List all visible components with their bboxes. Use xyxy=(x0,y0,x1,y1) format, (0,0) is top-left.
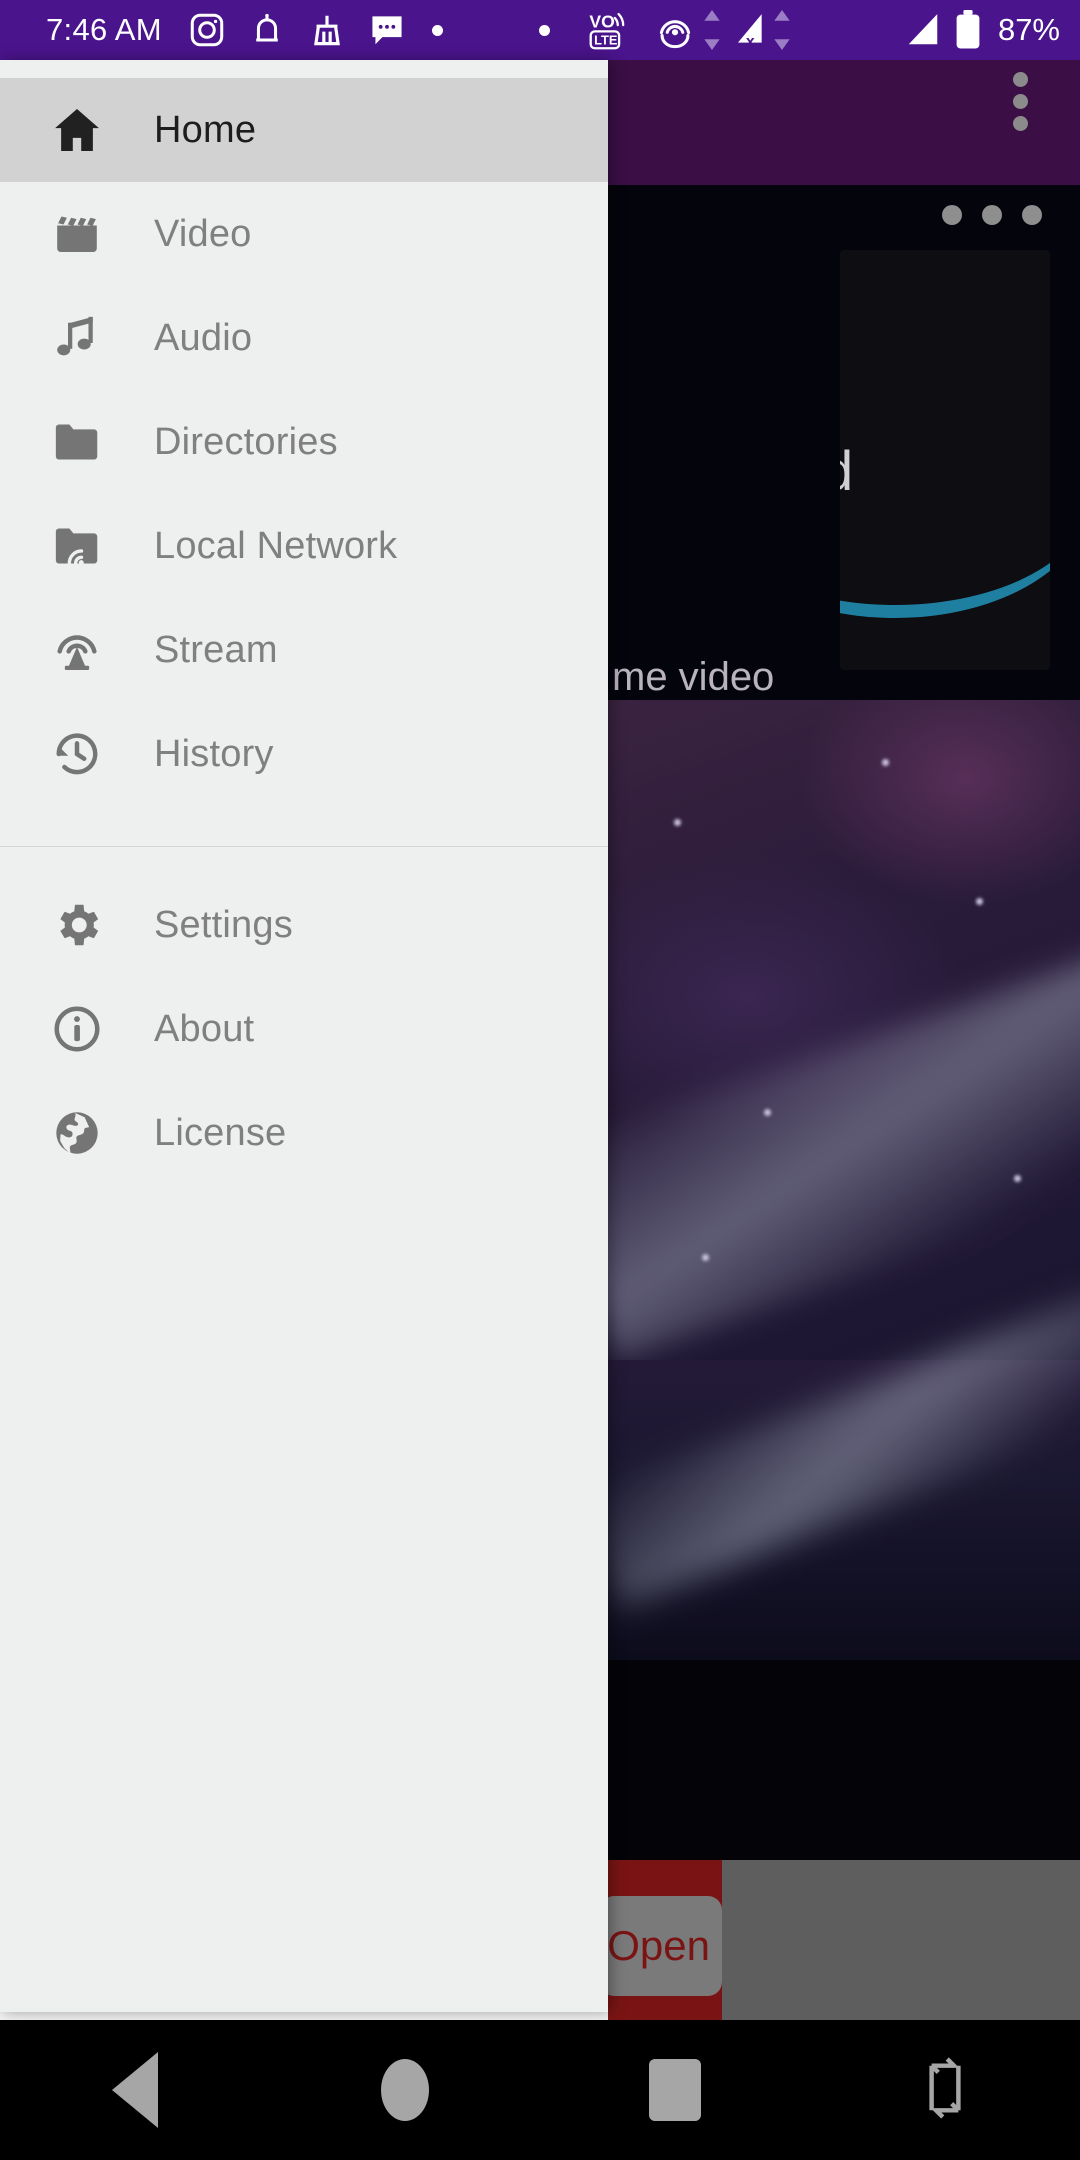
drawer-item-directories[interactable]: Directories xyxy=(0,390,608,494)
drawer-label-stream: Stream xyxy=(154,628,278,671)
data-transfer-icon xyxy=(702,10,722,50)
drawer-item-settings[interactable]: Settings xyxy=(0,873,608,977)
sheet-edge xyxy=(0,2012,608,2020)
back-button[interactable] xyxy=(0,2052,270,2128)
drawer-label-video: Video xyxy=(154,212,252,255)
navigation-drawer: Home Video Audio Directories Local Netwo… xyxy=(0,60,608,2012)
drawer-label-about: About xyxy=(154,1007,255,1050)
drawer-item-local-network[interactable]: Local Network xyxy=(0,494,608,598)
svg-text:LTE: LTE xyxy=(594,32,618,47)
status-clock: 7:46 AM xyxy=(46,12,162,47)
message-icon xyxy=(368,11,406,49)
status-system-icons: 87% xyxy=(902,10,1060,50)
drawer-label-history: History xyxy=(154,732,274,775)
broom-icon xyxy=(308,11,346,49)
bottom-sheet-right xyxy=(722,1860,1080,2020)
recents-button[interactable] xyxy=(540,2059,810,2121)
volte-icon: VO LTE xyxy=(588,9,634,51)
network-folder-icon xyxy=(34,519,120,573)
battery-percent-label: 87% xyxy=(997,12,1060,47)
drawer-label-license: License xyxy=(154,1111,287,1154)
signal-icon xyxy=(902,11,944,49)
drawer-item-history[interactable]: History xyxy=(0,702,608,806)
drawer-label-audio: Audio xyxy=(154,316,253,359)
triangle-left-icon xyxy=(112,2052,158,2128)
tile-label: me video xyxy=(612,655,775,699)
drawer-item-about[interactable]: About xyxy=(0,977,608,1081)
signal-off-icon: x xyxy=(728,11,770,49)
video-icon xyxy=(34,207,120,261)
open-button[interactable]: Open xyxy=(600,1896,722,1996)
open-button-label: Open xyxy=(607,1922,710,1969)
status-notification-icons: VO LTE x xyxy=(188,9,902,51)
battery-icon xyxy=(954,10,982,50)
history-icon xyxy=(34,727,120,781)
drawer-item-audio[interactable]: Audio xyxy=(0,286,608,390)
dot-icon xyxy=(538,24,550,36)
more-horizontal-icon[interactable] xyxy=(942,205,1042,225)
drawer-item-home[interactable]: Home xyxy=(0,78,608,182)
status-bar: 7:46 AM VO LTE x 87% xyxy=(0,0,1080,60)
rotate-icon xyxy=(916,2054,974,2127)
info-icon xyxy=(34,1002,120,1056)
home-button[interactable] xyxy=(270,2059,540,2121)
phone-screen: me vid me video Open 7:46 AM xyxy=(0,0,1080,2160)
drawer-item-license[interactable]: License xyxy=(0,1081,608,1185)
drawer-label-home: Home xyxy=(154,108,257,151)
drawer-item-video[interactable]: Video xyxy=(0,182,608,286)
system-navigation-bar xyxy=(0,2020,1080,2160)
hotspot-icon xyxy=(654,10,696,50)
rotate-button[interactable] xyxy=(810,2054,1080,2127)
gear-icon xyxy=(34,898,120,952)
globe-icon xyxy=(34,1106,120,1160)
drawer-label-directories: Directories xyxy=(154,420,338,463)
drawer-item-stream[interactable]: Stream xyxy=(0,598,608,702)
svg-text:VO: VO xyxy=(589,11,614,31)
dot-icon xyxy=(431,24,443,36)
square-icon xyxy=(649,2059,701,2121)
poster-text: me vid xyxy=(840,438,1050,503)
dark-band xyxy=(608,1660,1080,1860)
stream-icon xyxy=(34,623,120,677)
prime-video-poster[interactable]: me vid xyxy=(840,250,1050,670)
home-icon xyxy=(34,102,120,158)
amazon-smile-icon xyxy=(840,498,1050,618)
folder-icon xyxy=(34,415,120,469)
nebula-image-lower xyxy=(576,1292,1080,1660)
drawer-label-settings: Settings xyxy=(154,903,293,946)
circle-icon xyxy=(381,2059,429,2121)
svg-text:x: x xyxy=(746,34,755,49)
bell-icon xyxy=(248,11,286,49)
instagram-icon xyxy=(188,11,226,49)
nebula-image xyxy=(608,700,1080,1360)
audio-icon xyxy=(34,311,120,365)
drawer-label-local-network: Local Network xyxy=(154,524,398,567)
data-transfer-icon xyxy=(772,10,792,50)
more-vertical-icon[interactable] xyxy=(1013,72,1028,131)
